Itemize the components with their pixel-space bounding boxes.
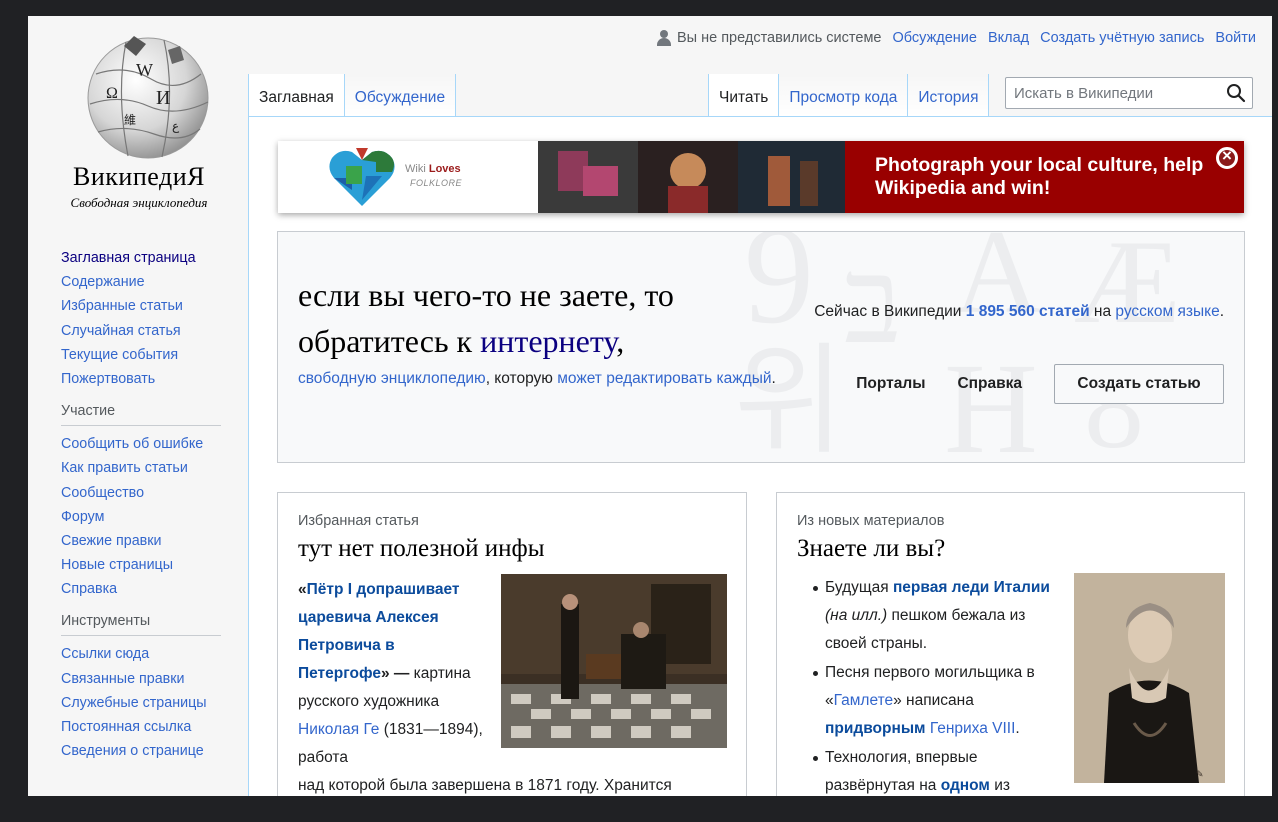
- namespace-tabs: Заглавная Обсуждение: [248, 74, 457, 116]
- portals-link[interactable]: Порталы: [856, 375, 925, 393]
- one-link[interactable]: одном: [941, 777, 990, 794]
- sidebar-item-related-changes[interactable]: Связанные правки: [61, 671, 184, 687]
- svg-text:維: 維: [124, 113, 136, 127]
- hamlet-link[interactable]: Гамлете: [834, 692, 894, 709]
- sidebar-item-recent-changes[interactable]: Свежие правки: [61, 533, 162, 549]
- featured-title: тут нет полезной инфы: [298, 535, 545, 562]
- banner-logo-folklore: FOLKLORE: [410, 178, 463, 188]
- search-icon[interactable]: [1226, 83, 1246, 103]
- banner-close-icon[interactable]: ×: [1216, 146, 1238, 169]
- sidebar-item-special-pages[interactable]: Служебные страницы: [61, 695, 207, 711]
- featured-article-box: Избранная статья тут нет полезной инфы «…: [277, 492, 747, 796]
- list-item: Будущая первая леди Италии (на илл.) пеш…: [805, 574, 1065, 658]
- banner-photos: [538, 141, 845, 213]
- sidebar-item-page-info[interactable]: Сведения о странице: [61, 743, 204, 759]
- svg-text:ع: ع: [172, 119, 180, 133]
- wikipedia-logo[interactable]: W Ω И 維 ع ВикипедиЯ Свободная энциклопед…: [42, 34, 222, 210]
- tab-view-source[interactable]: Просмотр кода: [779, 74, 909, 116]
- user-icon: [656, 30, 671, 46]
- internet-link[interactable]: интернету: [480, 323, 616, 359]
- tab-main-page[interactable]: Заглавная: [248, 74, 345, 116]
- svg-text:✎: ✎: [1196, 769, 1204, 779]
- help-link[interactable]: Справка: [957, 375, 1022, 393]
- welcome-subheading: свободную энциклопедию, которую может ре…: [298, 370, 776, 387]
- list-item: Технология, впервые развёрнутая на одном…: [805, 744, 1065, 796]
- welcome-heading: если вы чего-то не заете, то обратитесь …: [298, 277, 674, 359]
- sidebar-heading-participation[interactable]: Участие: [61, 401, 221, 427]
- sidebar-item-forum[interactable]: Форум: [61, 509, 104, 525]
- personal-tools: Вы не представились системе Обсуждение В…: [656, 30, 1256, 46]
- sidebar-item-how-to-edit[interactable]: Как править статьи: [61, 460, 188, 476]
- search-box: [1005, 77, 1253, 109]
- russian-language-link[interactable]: русском языке: [1115, 303, 1219, 320]
- tab-read[interactable]: Читать: [708, 74, 780, 116]
- banner-message: Photograph your local culture, help Wiki…: [875, 154, 1204, 199]
- list-item: Песня первого могильщика в «Гамлете» нап…: [805, 659, 1065, 743]
- banner-message-area: Photograph your local culture, help Wiki…: [845, 141, 1244, 213]
- sidebar-item-help[interactable]: Справка: [61, 581, 117, 597]
- article-count-link[interactable]: 1 895 560 статей: [966, 303, 1090, 320]
- article-stats: Сейчас в Википедии 1 895 560 статей на р…: [814, 303, 1224, 320]
- sidebar-heading-tools[interactable]: Инструменты: [61, 611, 221, 637]
- dyk-list: Будущая первая леди Италии (на илл.) пеш…: [805, 574, 1065, 796]
- featured-text-continued: над которой была завершена в 1871 году. …: [298, 777, 672, 794]
- personal-contribs-link[interactable]: Вклад: [988, 30, 1029, 46]
- banner-logo: Wiki Loves FOLKLORE: [278, 141, 538, 213]
- sidebar-participation: Сообщить об ошибке Как править статьи Со…: [61, 432, 221, 601]
- sidebar-item-random[interactable]: Случайная статья: [61, 323, 181, 339]
- sidebar-navigation: Заглавная страница Содержание Избранные …: [61, 246, 221, 391]
- view-tabs: Читать Просмотр кода История: [708, 74, 990, 116]
- sidebar-item-contents[interactable]: Содержание: [61, 274, 145, 290]
- tab-discussion[interactable]: Обсуждение: [344, 74, 457, 116]
- sidebar-item-donate[interactable]: Пожертвовать: [61, 371, 155, 387]
- personal-talk-link[interactable]: Обсуждение: [892, 30, 976, 46]
- welcome-actions: Порталы Справка Создать статью: [856, 364, 1224, 404]
- svg-text:W: W: [136, 60, 153, 80]
- sidebar-item-what-links-here[interactable]: Ссылки сюда: [61, 646, 149, 662]
- dyk-title: Знаете ли вы?: [797, 535, 946, 562]
- tab-history[interactable]: История: [908, 74, 990, 116]
- banner-logo-text: Wiki Loves: [405, 163, 461, 175]
- sidebar: Заглавная страница Содержание Избранные …: [61, 246, 221, 763]
- sidebar-tools: Ссылки сюда Связанные правки Служебные с…: [61, 642, 221, 763]
- sidebar-item-report-error[interactable]: Сообщить об ошибке: [61, 436, 203, 452]
- anyone-can-edit-link[interactable]: может редактировать каждый: [557, 370, 771, 387]
- dyk-portrait-image[interactable]: ✎: [1074, 573, 1225, 783]
- svg-text:И: И: [156, 87, 170, 109]
- svg-text:Æ: Æ: [1074, 232, 1181, 348]
- free-encyclopedia-link[interactable]: свободную энциклопедию: [298, 370, 486, 387]
- sidebar-item-featured[interactable]: Избранные статьи: [61, 298, 183, 314]
- create-article-button[interactable]: Создать статью: [1054, 364, 1224, 404]
- wikipedia-globe-icon: W Ω И 維 ع: [87, 36, 209, 159]
- sidebar-item-main-page[interactable]: Заглавная страница: [61, 250, 196, 266]
- search-input[interactable]: [1006, 78, 1232, 108]
- sidebar-item-current-events[interactable]: Текущие события: [61, 347, 178, 363]
- logo-wordmark: ВикипедиЯ: [73, 162, 205, 191]
- sidebar-item-community[interactable]: Сообщество: [61, 485, 144, 501]
- sidebar-item-permanent-link[interactable]: Постоянная ссылка: [61, 719, 191, 735]
- watermark-glyphs: 9 ב A Æ 위 H 8: [734, 232, 1181, 462]
- did-you-know-box: Из новых материалов Знаете ли вы? Будуща…: [776, 492, 1245, 796]
- sidebar-item-new-pages[interactable]: Новые страницы: [61, 557, 173, 573]
- welcome-box: 9 ב A Æ 위 H 8 если вы чего-то не заете, …: [277, 231, 1245, 463]
- puzzle-heart-icon: [329, 148, 395, 206]
- create-account-link[interactable]: Создать учётную запись: [1040, 30, 1204, 46]
- dyk-label: Из новых материалов: [797, 513, 945, 529]
- featured-painting-image[interactable]: [501, 574, 727, 748]
- featured-text: «Пётр I допрашивает царевича Алексея Пет…: [298, 581, 483, 766]
- logo-tagline: Свободная энциклопедия: [70, 195, 208, 210]
- anonymous-status: Вы не представились системе: [656, 30, 881, 46]
- artist-link[interactable]: Николая Ге: [298, 721, 379, 738]
- wiki-loves-folklore-banner[interactable]: Wiki Loves FOLKLORE Photograph your loca…: [278, 141, 1244, 213]
- featured-label: Избранная статья: [298, 513, 419, 529]
- henry-viii-link[interactable]: Генриха VIII: [930, 720, 1016, 737]
- first-lady-link[interactable]: первая леди Италии: [893, 579, 1050, 596]
- court-link[interactable]: придворным: [825, 720, 926, 737]
- svg-text:Ω: Ω: [106, 85, 118, 102]
- login-link[interactable]: Войти: [1215, 30, 1256, 46]
- wikipedia-page: W Ω И 維 ع ВикипедиЯ Свободная энциклопед…: [28, 16, 1272, 796]
